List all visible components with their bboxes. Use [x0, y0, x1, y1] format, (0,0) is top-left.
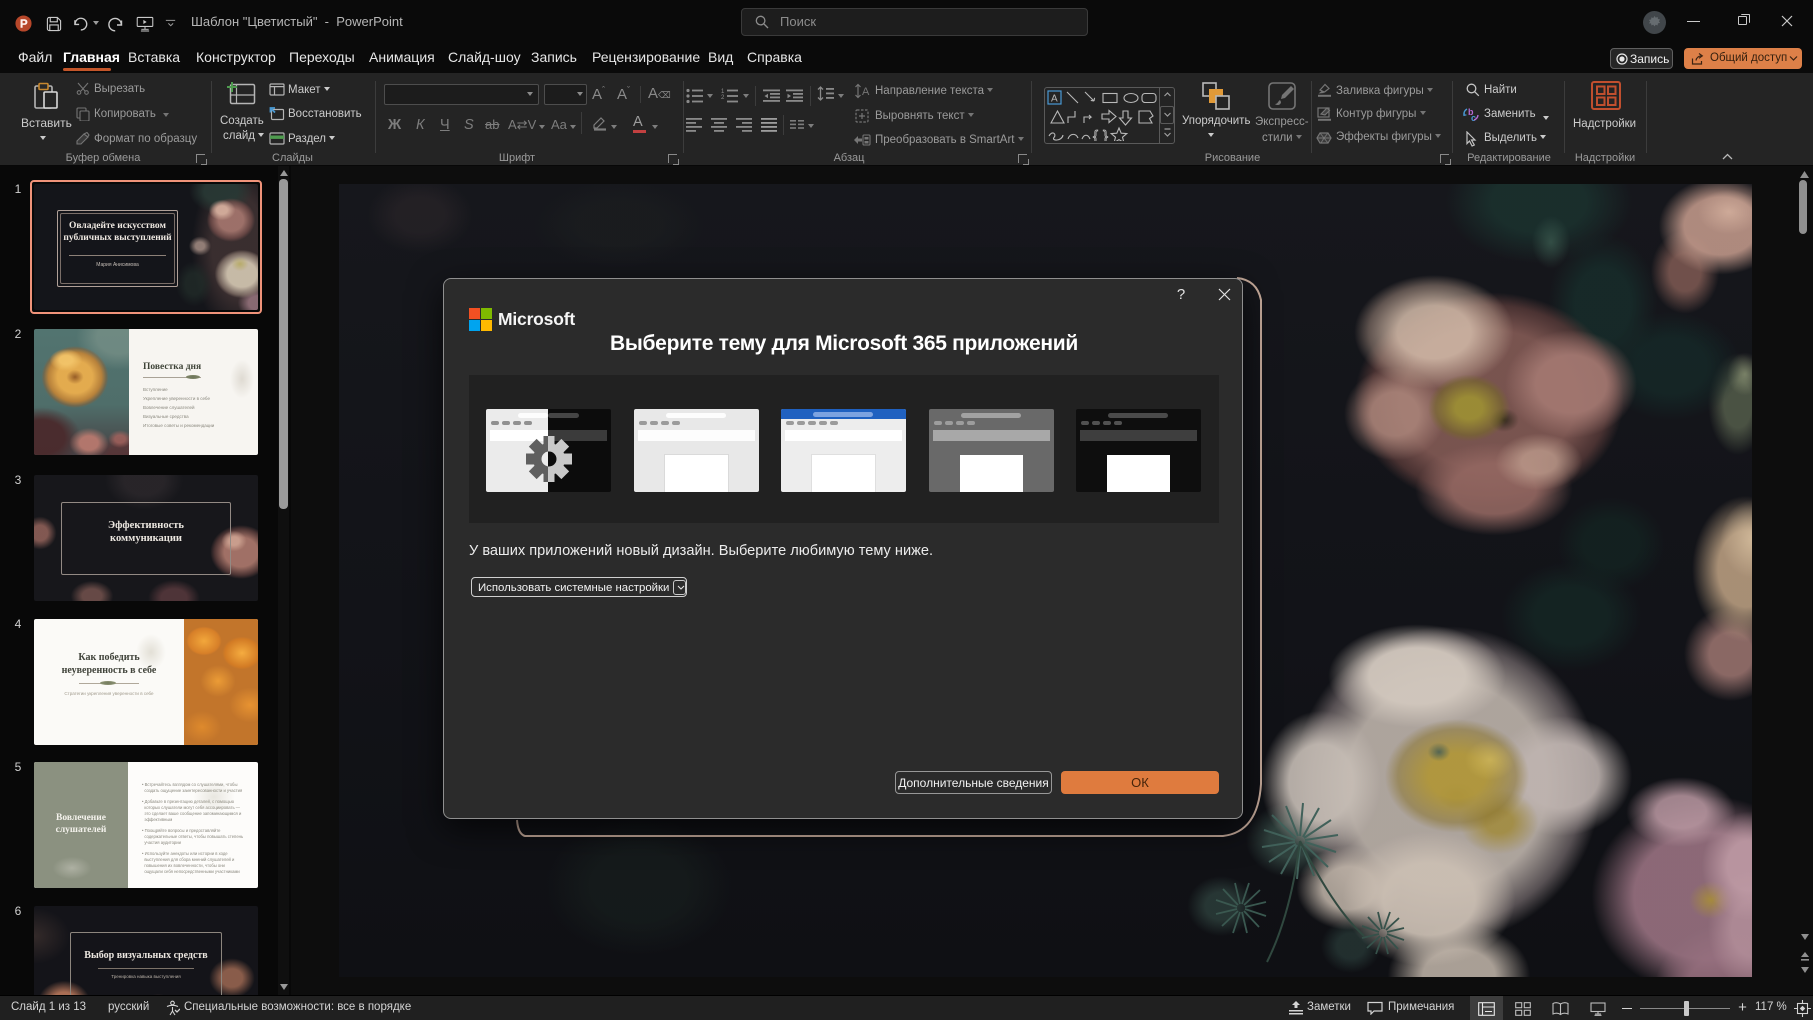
svg-text:}: }: [1103, 128, 1108, 141]
svg-text:2: 2: [721, 95, 725, 101]
svg-text:А: А: [1051, 94, 1058, 105]
svg-text:{: {: [1093, 128, 1098, 141]
svg-text:А: А: [862, 86, 870, 98]
svg-text:1: 1: [721, 89, 725, 95]
svg-text:b: b: [1468, 107, 1474, 117]
svg-text:c: c: [1471, 113, 1476, 123]
